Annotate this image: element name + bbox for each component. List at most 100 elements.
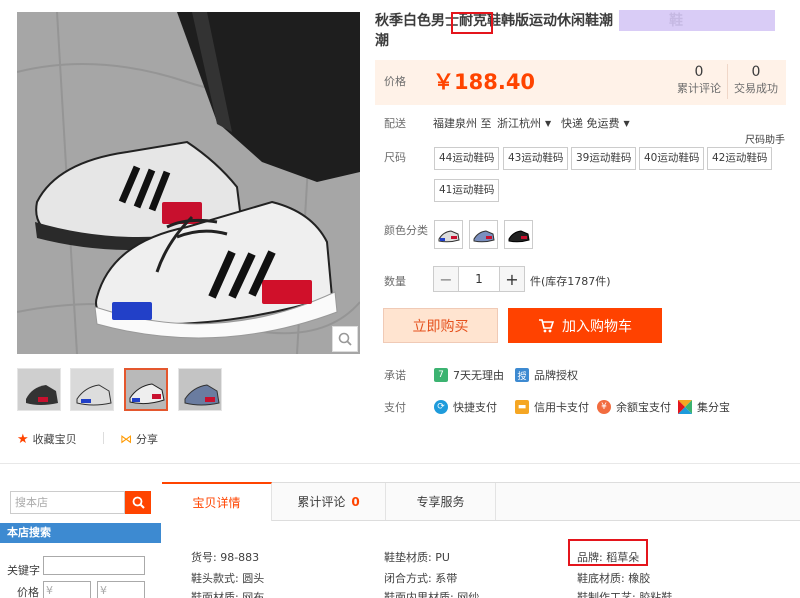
tab-label: 专享服务 <box>416 495 465 509</box>
review-count-badge: 0 <box>351 494 360 509</box>
credit-card-icon: ▬ <box>515 400 529 414</box>
buy-now-button[interactable]: 立即购买 <box>383 308 498 343</box>
size-option[interactable]: 42运动鞋码 <box>707 147 773 170</box>
thumbnail-3[interactable] <box>124 368 168 411</box>
promise-label: 承诺 <box>384 369 406 382</box>
delivery-destination-dropdown[interactable]: 浙江杭州 ▼ <box>497 115 551 131</box>
caret-down-icon: ▼ <box>545 118 552 128</box>
thumbnail-4[interactable] <box>178 368 222 411</box>
promise-text: 7天无理由 <box>453 369 504 382</box>
attribute-item: 鞋垫材质: PU <box>384 551 450 564</box>
size-option[interactable]: 39运动鞋码 <box>571 147 637 170</box>
quantity-input[interactable]: 1 <box>458 267 500 291</box>
divider <box>103 432 104 444</box>
shop-search-input[interactable]: 搜本店 <box>10 491 125 514</box>
favorite-label: 收藏宝贝 <box>32 433 77 446</box>
payment-text: 余额宝支付 <box>616 401 671 414</box>
attribute-item: 鞋制作工艺: 胶粘鞋 <box>577 591 673 598</box>
share-icon: ⋈ <box>120 432 132 446</box>
color-label: 颜色分类 <box>384 224 428 237</box>
zoom-icon[interactable] <box>332 326 358 352</box>
quickpay-icon: ⟳ <box>434 400 448 414</box>
jifenbao-icon <box>678 400 692 414</box>
tab-label: 宝贝详情 <box>192 496 241 510</box>
add-to-cart-label: 加入购物车 <box>562 318 632 335</box>
price-filter-label: 价格 <box>17 586 39 598</box>
brand-auth-icon: 授 <box>515 368 529 382</box>
star-icon: ★ <box>17 431 29 447</box>
main-product-image[interactable] <box>17 12 360 354</box>
color-swatch[interactable] <box>469 220 498 249</box>
keyword-input[interactable] <box>43 556 145 575</box>
payment-jifenbao[interactable]: 集分宝 <box>678 399 730 415</box>
highlight-box-brand <box>568 539 648 566</box>
delivery-to: 浙江杭州 <box>497 117 541 130</box>
search-button[interactable] <box>125 491 151 514</box>
favorite-button[interactable]: ★ 收藏宝贝 <box>17 431 77 447</box>
promise-text: 品牌授权 <box>534 369 578 382</box>
reviews-stat[interactable]: 0 累计评论 <box>671 64 727 96</box>
section-divider <box>0 463 800 464</box>
decrement-button[interactable]: − <box>434 267 458 291</box>
payment-text: 集分宝 <box>697 401 730 414</box>
tab-reviews[interactable]: 累计评论 0 <box>272 483 386 520</box>
cart-icon <box>539 318 554 332</box>
promise-7day[interactable]: 7 7天无理由 <box>434 367 504 383</box>
redacted-area <box>619 10 775 31</box>
payment-text: 信用卡支付 <box>534 401 589 414</box>
price-label: 价格 <box>384 75 406 88</box>
stock-info: 件(库存1787件) <box>530 275 611 288</box>
payment-credit[interactable]: ▬ 信用卡支付 <box>515 399 589 415</box>
size-option[interactable]: 44运动鞋码 <box>434 147 500 170</box>
delivery-label: 配送 <box>384 117 406 130</box>
price-max-input[interactable]: ¥ <box>97 581 145 598</box>
seven-day-icon: 7 <box>434 368 448 382</box>
yuebao-icon: ¥ <box>597 400 611 414</box>
payment-quick[interactable]: ⟳ 快捷支付 <box>434 399 497 415</box>
color-swatch[interactable] <box>434 220 463 249</box>
detail-tabs: 宝贝详情 累计评论 0 专享服务 <box>162 482 800 521</box>
size-option[interactable]: 43运动鞋码 <box>503 147 569 170</box>
tab-label: 累计评论 <box>297 495 346 509</box>
attribute-item: 闭合方式: 系带 <box>384 572 458 585</box>
keyword-label: 关键字 <box>7 564 40 577</box>
sales-label: 交易成功 <box>734 82 778 95</box>
tab-services[interactable]: 专享服务 <box>386 483 496 520</box>
share-button[interactable]: ⋈ 分享 <box>120 431 158 447</box>
tab-item-details[interactable]: 宝贝详情 <box>162 482 272 521</box>
attribute-item: 货号: 98-883 <box>191 551 260 564</box>
quantity-stepper: − 1 + <box>433 266 525 292</box>
payment-text: 快捷支付 <box>453 401 497 414</box>
thumbnail-1[interactable] <box>17 368 61 411</box>
payment-yuebao[interactable]: ¥ 余额宝支付 <box>597 399 671 415</box>
size-option[interactable]: 41运动鞋码 <box>434 179 500 202</box>
add-to-cart-button[interactable]: 加入购物车 <box>508 308 662 343</box>
price-value: ￥188.40 <box>433 70 536 94</box>
attribute-item: 鞋底材质: 橡胶 <box>577 572 651 585</box>
shop-search-heading: 本店搜索 <box>0 523 161 543</box>
attribute-item: 鞋面材质: 网布 <box>191 591 265 598</box>
search-icon <box>132 496 145 509</box>
size-helper-link[interactable]: 尺码助手 <box>745 131 785 146</box>
increment-button[interactable]: + <box>500 267 524 291</box>
sneaker-photo <box>17 12 360 354</box>
attribute-item: 鞋头款式: 圆头 <box>191 572 265 585</box>
size-option[interactable]: 40运动鞋码 <box>639 147 705 170</box>
quantity-label: 数量 <box>384 275 406 288</box>
reviews-label: 累计评论 <box>677 82 721 95</box>
price-min-input[interactable]: ¥ <box>43 581 91 598</box>
color-swatch[interactable] <box>504 220 533 249</box>
payment-label: 支付 <box>384 401 406 414</box>
sales-stat: 0 交易成功 <box>728 64 784 96</box>
size-label: 尺码 <box>384 151 406 164</box>
highlight-box-title <box>451 12 493 34</box>
share-label: 分享 <box>136 433 158 446</box>
shipping-method: 快递 免运费 <box>561 117 620 130</box>
caret-down-icon: ▼ <box>623 118 630 128</box>
sales-count: 0 <box>751 64 761 80</box>
shipping-dropdown[interactable]: 快递 免运费 ▼ <box>561 115 630 131</box>
attribute-item: 鞋面内里材质: 网纱 <box>384 591 480 598</box>
thumbnail-2[interactable] <box>70 368 114 411</box>
reviews-count: 0 <box>694 64 704 80</box>
promise-brand[interactable]: 授 品牌授权 <box>515 367 578 383</box>
